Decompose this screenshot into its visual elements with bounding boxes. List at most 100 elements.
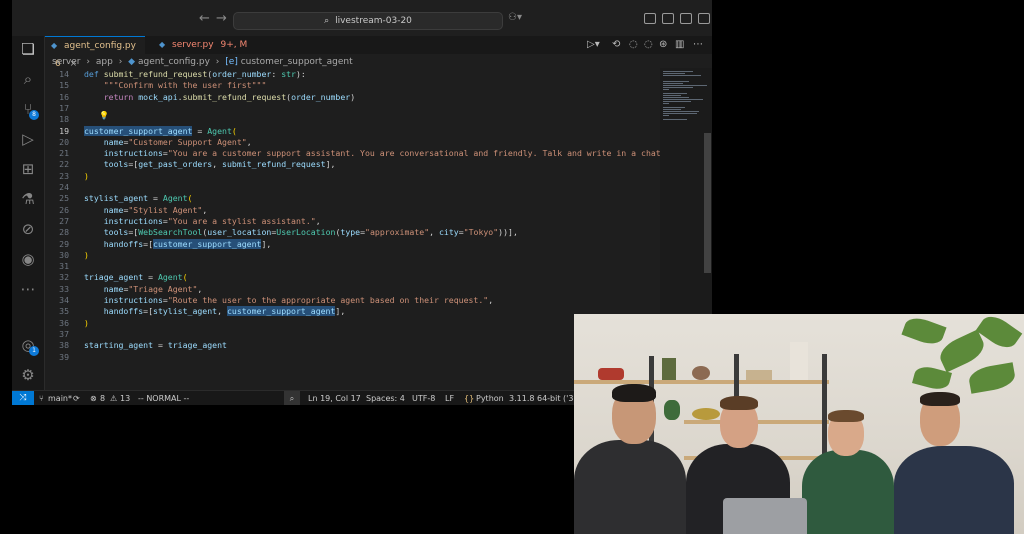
more-actions-icon[interactable]: ⋯ (693, 39, 703, 50)
breadcrumb-item[interactable]: server (52, 57, 81, 67)
forward-arrow-icon[interactable]: → (216, 11, 227, 26)
code-line[interactable]: 32 triage_agent = Agent( (45, 272, 660, 283)
code-line[interactable]: 29 handoffs=[customer_support_agent], (45, 238, 660, 250)
code-line[interactable]: 33 name="Triage Agent", (45, 284, 660, 295)
tab-agent-config[interactable]: ◆ agent_config.py 6 × (45, 36, 145, 69)
line-number: 16 (59, 91, 69, 102)
code-line[interactable]: 18 (45, 114, 660, 125)
code-line[interactable]: 22 tools=[get_past_orders, submit_refund… (45, 159, 660, 170)
layout-sidebar-icon[interactable] (644, 13, 656, 24)
git-branch-icon: ⑂ (39, 394, 44, 403)
breadcrumb-item[interactable]: customer_support_agent (241, 57, 353, 67)
code-line[interactable]: 36) (45, 318, 660, 329)
scrollbar[interactable] (704, 133, 711, 273)
zoom-icon[interactable]: ⌕ (284, 391, 300, 405)
split-editor-icon[interactable]: ▥ (675, 39, 684, 50)
code-line[interactable]: 26 name="Stylist Agent", (45, 205, 660, 216)
line-number: 20 (59, 136, 69, 147)
code-line[interactable]: 37 (45, 329, 660, 340)
minimap-line (663, 87, 693, 88)
code-line[interactable]: 30) (45, 250, 660, 261)
minimap-line (663, 107, 685, 108)
go-to-forward-icon[interactable]: ◌ (629, 39, 638, 50)
code-text: instructions="Route the user to the appr… (103, 295, 494, 305)
code-text: handoffs=[customer_support_agent], (103, 238, 272, 249)
code-editor[interactable]: 14 def submit_refund_request(order_number… (45, 69, 660, 382)
breadcrumb-item[interactable]: agent_config.py (138, 57, 210, 67)
language-mode[interactable]: Python (476, 391, 504, 405)
go-to-back-icon[interactable]: ⟲ (612, 39, 620, 50)
python-file-icon: ◆ (128, 57, 136, 67)
back-arrow-icon[interactable]: ← (199, 11, 210, 26)
encoding[interactable]: UTF-8 (412, 391, 435, 405)
warning-count[interactable]: 13 (120, 391, 130, 405)
python-interpreter[interactable]: 3.11.8 64-bit ('3.1 (509, 391, 581, 405)
fruit-bowl (692, 408, 720, 420)
command-center[interactable]: ⌕ livestream-03-20 (233, 12, 503, 30)
code-line[interactable]: 31 (45, 261, 660, 272)
code-text: ) (84, 170, 89, 181)
chevron-right-icon: › (118, 57, 123, 67)
code-line[interactable]: 20 name="Customer Support Agent", (45, 137, 660, 148)
code-line[interactable]: 14 def submit_refund_request(order_number… (45, 69, 660, 80)
lightbulb-icon[interactable]: 💡 (99, 111, 109, 120)
code-text: starting_agent = triage_agent (84, 340, 227, 351)
more-icon[interactable]: ⋯ (19, 280, 37, 298)
code-line[interactable]: 25 stylist_agent = Agent( (45, 193, 660, 204)
code-text: instructions="You are a stylist assistan… (103, 215, 321, 226)
code-line[interactable]: 34 instructions="Route the user to the a… (45, 295, 660, 306)
code-line[interactable]: 24 (45, 182, 660, 193)
tab-server[interactable]: ◆ server.py 9+, M (153, 36, 265, 54)
line-number: 32 (59, 272, 69, 283)
code-line[interactable]: 15 """Confirm with the user first""" (45, 80, 660, 91)
breadcrumb-item[interactable]: app (96, 57, 113, 67)
docker-icon[interactable]: ◉ (19, 250, 37, 268)
chevron-right-icon: › (215, 57, 220, 67)
copilot-chat-icon[interactable]: ⊛ (659, 39, 667, 50)
explorer-icon[interactable]: ❏ (19, 40, 37, 58)
vase (692, 366, 710, 380)
code-line[interactable]: 17 (45, 103, 660, 114)
code-line[interactable]: 39 (45, 352, 660, 363)
code-line[interactable]: 21 instructions="You are a customer supp… (45, 148, 660, 159)
minimap-line (663, 93, 687, 94)
code-line[interactable]: 23) (45, 171, 660, 182)
code-line[interactable]: 27 instructions="You are a stylist assis… (45, 216, 660, 227)
layout-panel-icon[interactable] (662, 13, 674, 24)
layout-bottom-icon[interactable] (680, 13, 692, 24)
line-number: 23 (59, 170, 69, 181)
indentation[interactable]: Spaces: 4 (366, 391, 405, 405)
run-icon[interactable]: ▷▾ (587, 39, 600, 50)
code-text: ) (84, 317, 89, 328)
remote-indicator-icon[interactable]: ⤨ (12, 391, 34, 405)
error-count[interactable]: 8 (100, 391, 105, 405)
error-icon: ⊗ (90, 394, 97, 403)
lantern (664, 400, 680, 420)
settings-gear-icon[interactable]: ⚙ (19, 366, 37, 384)
branch-name[interactable]: main* (48, 391, 72, 405)
code-text: tools=[get_past_orders, submit_refund_re… (103, 159, 336, 170)
extensions-icon[interactable]: ⊞ (19, 160, 37, 178)
line-number: 26 (59, 204, 69, 215)
copilot-icon[interactable]: ⚇▾ (508, 12, 522, 23)
line-number: 37 (59, 328, 69, 339)
breadcrumb: server › app › ◆ agent_config.py › [e] c… (52, 57, 353, 67)
run-debug-icon[interactable]: ▷ (19, 130, 37, 148)
books (662, 358, 676, 380)
code-line[interactable]: 16 return mock_api.submit_refund_request… (45, 92, 660, 103)
sync-icon[interactable]: ⟳ (73, 391, 80, 405)
remote-explorer-icon[interactable]: ⊘ (19, 220, 37, 238)
tab-label: server.py (172, 40, 214, 50)
code-line[interactable]: 28 tools=[WebSearchTool(user_location=Us… (45, 227, 660, 238)
layout-customize-icon[interactable] (698, 13, 710, 24)
end-of-line[interactable]: LF (445, 391, 454, 405)
line-number: 35 (59, 306, 69, 317)
code-line[interactable]: 35 handoffs=[stylist_agent, customer_sup… (45, 306, 660, 317)
search-view-icon[interactable]: ⌕ (19, 70, 37, 88)
cursor-position[interactable]: Ln 19, Col 17 (308, 391, 361, 405)
code-line[interactable]: 38 starting_agent = triage_agent (45, 340, 660, 351)
testing-flask-icon[interactable]: ⚗ (19, 190, 37, 208)
code-line[interactable]: 19 customer_support_agent = Agent( (45, 125, 660, 137)
compare-icon[interactable]: ◌ (644, 39, 653, 50)
code-text: name="Customer Support Agent", (103, 136, 252, 147)
